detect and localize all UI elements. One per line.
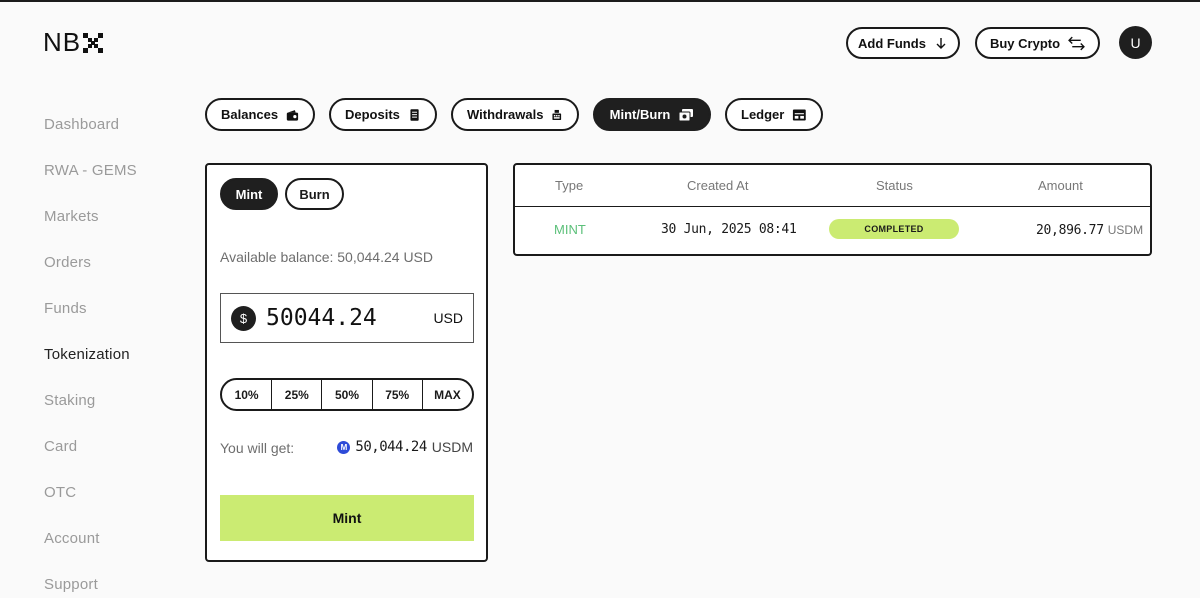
sidebar-item-dashboard[interactable]: Dashboard — [44, 115, 137, 161]
percent-10-button[interactable]: 10% — [222, 380, 273, 409]
amount-field[interactable]: $ USD — [220, 293, 474, 343]
tab-mint-burn[interactable]: Mint/Burn — [593, 98, 711, 131]
column-header-status: Status — [876, 178, 913, 193]
tab-deposits-label: Deposits — [345, 107, 400, 122]
percent-selector: 10% 25% 50% 75% MAX — [220, 378, 474, 411]
mint-burn-panel: Mint Burn Available balance: 50,044.24 U… — [205, 163, 488, 562]
percent-75-button[interactable]: 75% — [373, 380, 423, 409]
tab-ledger-label: Ledger — [741, 107, 785, 122]
sidebar-item-funds[interactable]: Funds — [44, 299, 137, 345]
funds-tabs: Balances Deposits Withdrawals Mint/Burn — [205, 98, 823, 131]
user-avatar[interactable]: U — [1119, 26, 1152, 59]
tab-mint-burn-label: Mint/Burn — [609, 107, 671, 122]
percent-25-button[interactable]: 25% — [272, 380, 323, 409]
add-funds-button[interactable]: Add Funds — [846, 27, 960, 59]
arrow-down-icon — [936, 38, 946, 49]
tab-ledger[interactable]: Ledger — [725, 98, 823, 131]
add-funds-label: Add Funds — [858, 35, 926, 51]
sidebar-item-rwa-gems[interactable]: RWA - GEMS — [44, 161, 137, 207]
logo-x-mark-icon — [83, 32, 104, 53]
tab-withdrawals[interactable]: Withdrawals — [451, 98, 579, 131]
mint-toggle-button[interactable]: Mint — [220, 178, 278, 210]
sidebar-item-orders[interactable]: Orders — [44, 253, 137, 299]
status-badge: COMPLETED — [829, 219, 959, 239]
sidebar-item-markets[interactable]: Markets — [44, 207, 137, 253]
row-amount-value: 20,896.77 — [1036, 223, 1104, 238]
table-header: Type Created At Status Amount — [515, 165, 1150, 207]
sidebar-item-otc[interactable]: OTC — [44, 483, 137, 529]
logo-text: NB — [43, 27, 82, 57]
column-header-amount: Amount — [1038, 178, 1083, 193]
mint-burn-toggle: Mint Burn — [220, 178, 344, 210]
usdm-token-icon: M — [337, 440, 351, 454]
amount-currency: USD — [433, 310, 463, 326]
dollar-icon: $ — [231, 305, 256, 331]
tab-deposits[interactable]: Deposits — [329, 98, 437, 131]
available-balance-text: Available balance: 50,044.24 USD — [220, 249, 434, 265]
sidebar-item-card[interactable]: Card — [44, 437, 137, 483]
burn-toggle-button[interactable]: Burn — [285, 178, 344, 210]
sidebar-item-staking[interactable]: Staking — [44, 391, 137, 437]
sidebar-item-support[interactable]: Support — [44, 575, 137, 598]
you-will-get-currency: USDM — [431, 439, 473, 455]
amount-input[interactable] — [266, 305, 426, 331]
percent-50-button[interactable]: 50% — [322, 380, 373, 409]
receipt-icon — [410, 108, 419, 121]
you-will-get-amount: 50,044.24 — [355, 439, 427, 455]
percent-max-button[interactable]: MAX — [423, 380, 472, 409]
mint-submit-button[interactable]: Mint — [220, 495, 474, 541]
row-created-at: 30 Jun, 2025 08:41 — [661, 222, 797, 237]
ledger-icon — [793, 109, 807, 120]
sidebar-item-account[interactable]: Account — [44, 529, 137, 575]
swap-arrows-icon — [1068, 36, 1085, 50]
tab-balances-label: Balances — [221, 107, 279, 122]
row-amount-currency: USDM — [1107, 223, 1144, 237]
brand-logo[interactable]: NB — [43, 27, 104, 58]
cash-icon — [678, 108, 694, 121]
mint-burn-history-table: Type Created At Status Amount MINT 30 Ju… — [513, 163, 1152, 256]
column-header-created-at: Created At — [687, 178, 749, 193]
you-will-get-value: M 50,044.24 USDM — [337, 439, 473, 455]
column-header-type: Type — [555, 178, 584, 193]
sidebar-item-tokenization[interactable]: Tokenization — [44, 345, 137, 391]
buy-crypto-button[interactable]: Buy Crypto — [975, 27, 1100, 59]
tab-balances[interactable]: Balances — [205, 98, 315, 131]
register-icon — [552, 109, 562, 120]
sidebar-nav: Dashboard RWA - GEMS Markets Orders Fund… — [44, 115, 137, 598]
buy-crypto-label: Buy Crypto — [989, 35, 1061, 51]
top-border — [0, 0, 1200, 2]
row-amount: 20,896.77 USDM — [1036, 222, 1143, 238]
row-type: MINT — [554, 222, 586, 237]
wallet-icon — [286, 109, 299, 121]
table-row[interactable]: MINT 30 Jun, 2025 08:41 COMPLETED 20,896… — [515, 207, 1150, 254]
tab-withdrawals-label: Withdrawals — [467, 107, 544, 122]
you-will-get-label: You will get: — [220, 440, 295, 456]
